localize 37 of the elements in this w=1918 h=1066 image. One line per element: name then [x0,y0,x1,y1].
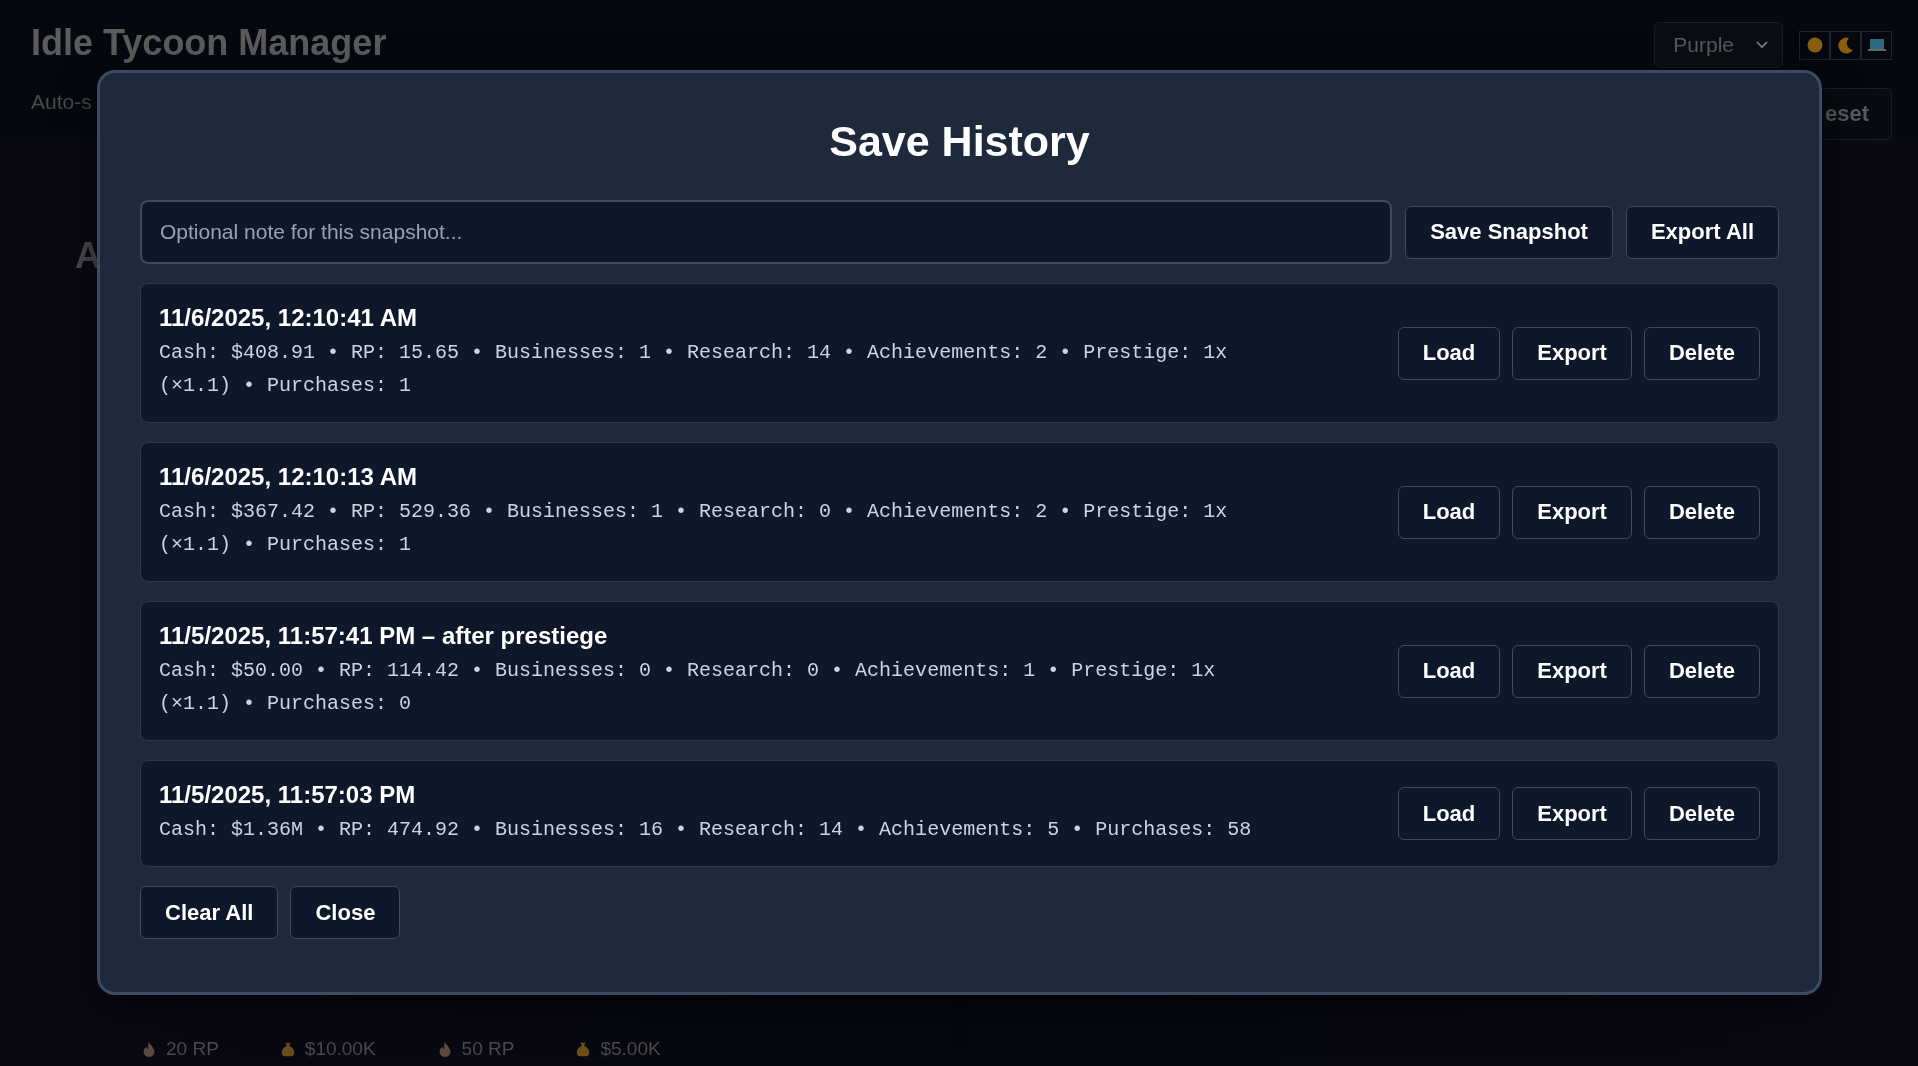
load-button[interactable]: Load [1397,326,1501,380]
delete-button[interactable]: Delete [1643,485,1760,539]
snapshot-title: 11/6/2025, 12:10:41 AM [159,304,418,332]
clear-all-button[interactable]: Clear All [140,886,279,939]
autosave-text: Auto-s [31,90,93,114]
cost-label: $5.00K [600,1038,661,1060]
chevron-down-icon [1756,41,1768,49]
cost-label: 50 RP [461,1038,515,1060]
close-button[interactable]: Close [290,886,401,939]
save-snapshot-button[interactable]: Save Snapshot [1405,205,1613,259]
cost-label: $10.00K [304,1038,376,1060]
sun-icon[interactable] [1799,30,1830,60]
snapshot-details: Cash: $1.36M • RP: 474.92 • Businesses: 16 • Research: 14 • Achievements: 5 • Purchases: 58 [159,817,1253,843]
section-heading: A [75,235,102,277]
app-title: Idle Tycoon Manager [31,22,387,64]
snapshot-details: Cash: $367.42 • RP: 529.36 • Businesses: 1 • Research: 0 • Achievements: 2 • Prestige: 1x (×1.1) • Purchases: 1 [159,499,1229,558]
load-button[interactable]: Load [1397,644,1501,698]
export-all-button[interactable]: Export All [1625,205,1779,259]
delete-button[interactable]: Delete [1643,644,1760,698]
laptop-icon[interactable] [1861,30,1892,60]
snapshot-details: Cash: $408.91 • RP: 15.65 • Businesses: 1 • Research: 14 • Achievements: 2 • Prestige: 1x (×1.1) • Purchases: 1 [159,340,1229,399]
delete-button[interactable]: Delete [1643,787,1760,840]
dialog-title: Save History [828,117,1091,166]
snapshot-title: 11/5/2025, 11:57:03 PM [159,781,417,809]
delete-button[interactable]: Delete [1643,326,1760,380]
snapshot-title: 11/5/2025, 11:57:41 PM – after prestiege [159,622,609,650]
export-button[interactable]: Export [1512,326,1632,380]
moon-icon[interactable] [1830,30,1861,60]
load-button[interactable]: Load [1397,485,1501,539]
export-button[interactable]: Export [1512,485,1632,539]
export-button[interactable]: Export [1512,644,1632,698]
snapshot-title: 11/6/2025, 12:10:13 AM [159,463,418,491]
note-input-field[interactable]: Optional note for this snapshot... [140,200,1393,264]
export-button[interactable]: Export [1512,787,1632,840]
cost-label: 20 RP [166,1038,219,1060]
load-button[interactable]: Load [1397,787,1501,840]
snapshot-details: Cash: $50.00 • RP: 114.42 • Businesses: 0 • Research: 0 • Achievements: 1 • Prestige: 1x (×1.1) • Purchases: 0 [159,658,1217,717]
